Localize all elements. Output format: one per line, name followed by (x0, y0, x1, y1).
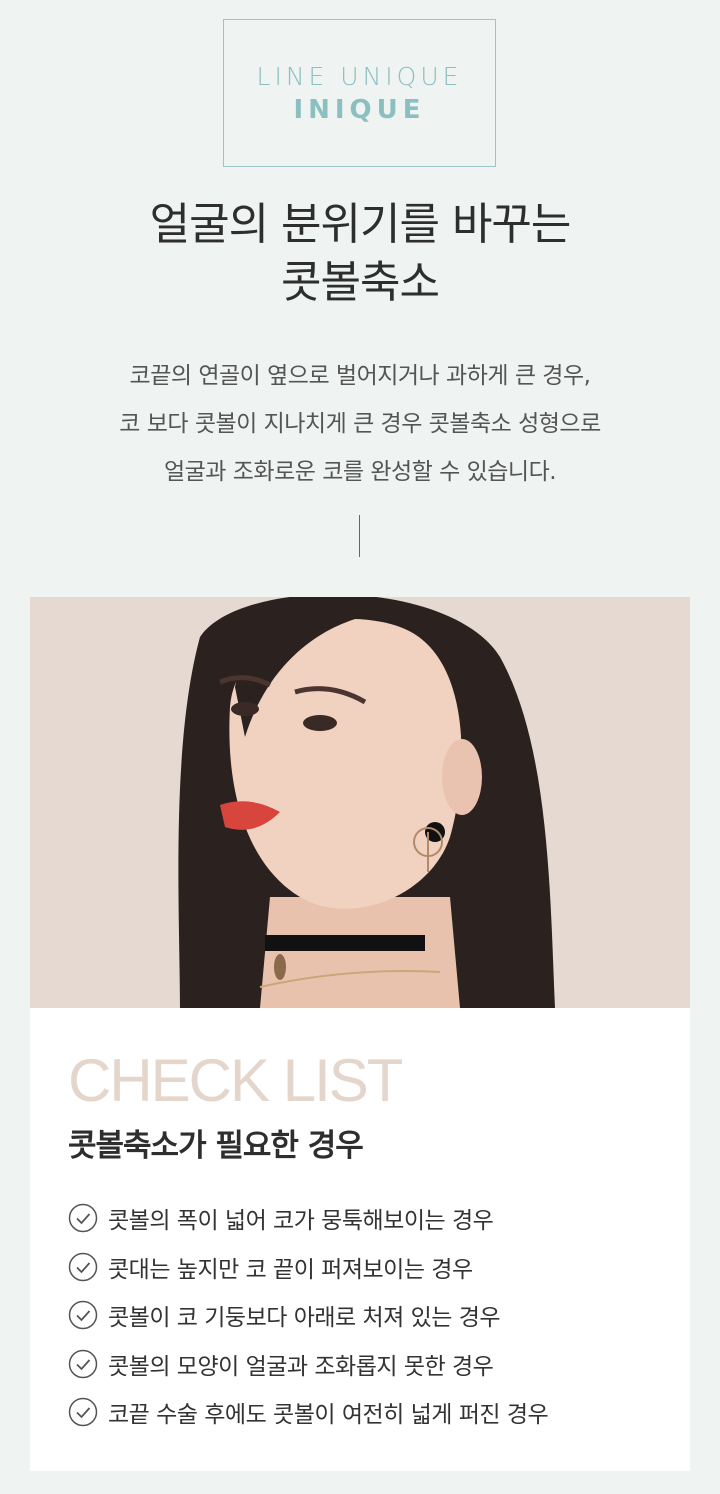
checklist-item-label: 콧대는 높지만 코 끝이 퍼져보이는 경우 (108, 1256, 473, 1283)
checklist-card: CHECK LIST 콧볼축소가 필요한 경우 콧볼의 폭이 넓어 코가 뭉툭해… (30, 1008, 690, 1471)
portrait-illustration (30, 597, 690, 1008)
description-line-1: 코끝의 연골이 옆으로 벌어지거나 과하게 큰 경우, (129, 363, 591, 389)
checklist-items: 콧볼의 폭이 넓어 코가 뭉툭해보이는 경우 콧대는 높지만 코 끝이 퍼져보이… (68, 1194, 549, 1437)
page-headline: 얼굴의 분위기를 바꾸는 콧볼축소 (0, 196, 720, 312)
checklist-item-label: 콧볼이 코 기둥보다 아래로 처져 있는 경우 (108, 1305, 501, 1332)
logo-line-1: LINE UNIQUE (256, 61, 463, 91)
checklist-item: 콧볼의 모양이 얼굴과 조화롭지 못한 경우 (68, 1340, 548, 1389)
description-line-2: 코 보다 콧볼이 지나치게 큰 경우 콧볼축소 성형으로 (119, 411, 601, 437)
check-circle-icon (68, 1301, 98, 1330)
checklist-item-label: 콧볼의 모양이 얼굴과 조화롭지 못한 경우 (108, 1353, 494, 1380)
checklist-item: 코끝 수술 후에도 콧볼이 여전히 넓게 퍼진 경우 (68, 1388, 549, 1437)
checklist-item: 콧볼의 폭이 넓어 코가 뭉툭해보이는 경우 (68, 1194, 548, 1243)
checklist-title: CHECK LIST (68, 1047, 403, 1114)
checklist-subtitle: 콧볼축소가 필요한 경우 (68, 1128, 364, 1164)
check-circle-icon (68, 1204, 98, 1233)
logo-line-2: INIQUE (293, 94, 426, 125)
brand-logo-box: LINE UNIQUE INIQUE (223, 19, 496, 167)
model-portrait-image (30, 597, 690, 1008)
checklist-item: 콧볼이 코 기둥보다 아래로 처져 있는 경우 (68, 1291, 548, 1340)
checklist-item: 콧대는 높지만 코 끝이 퍼져보이는 경우 (68, 1243, 548, 1292)
checklist-item-label: 코끝 수술 후에도 콧볼이 여전히 넓게 퍼진 경우 (108, 1402, 549, 1429)
headline-line-2: 콧볼축소 (281, 257, 440, 308)
description-line-3: 얼굴과 조화로운 코를 완성할 수 있습니다. (163, 459, 557, 485)
checklist-item-label: 콧볼의 폭이 넓어 코가 뭉툭해보이는 경우 (108, 1208, 494, 1235)
check-circle-icon (68, 1349, 98, 1378)
check-circle-icon (68, 1398, 98, 1427)
vertical-divider (359, 515, 360, 557)
check-circle-icon (68, 1252, 98, 1281)
headline-line-1: 얼굴의 분위기를 바꾸는 (149, 199, 572, 250)
intro-description: 코끝의 연골이 옆으로 벌어지거나 과하게 큰 경우, 코 보다 콧볼이 지나치… (0, 352, 720, 496)
